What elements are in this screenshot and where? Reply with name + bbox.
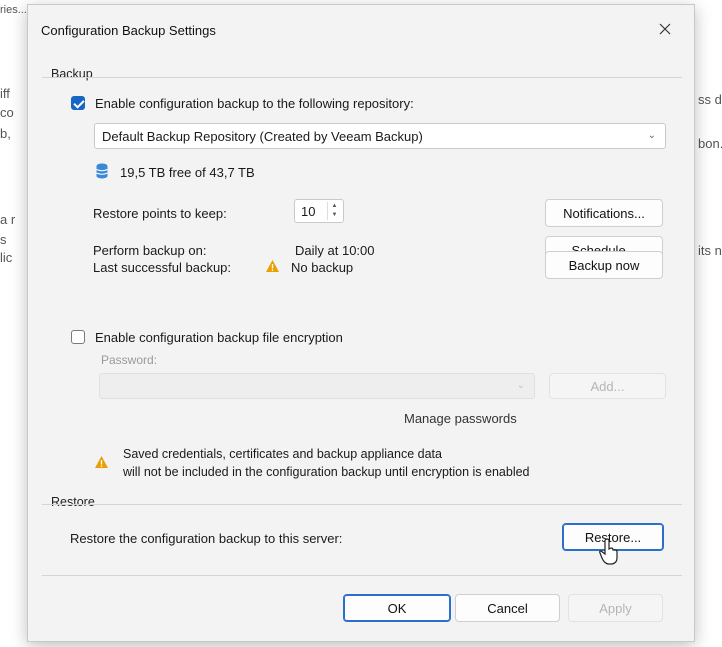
ok-button[interactable]: OK <box>343 594 451 622</box>
apply-button[interactable]: Apply <box>568 594 663 622</box>
bg-text-fragment: s <box>0 232 7 247</box>
chevron-down-icon: ⌄ <box>647 130 656 141</box>
dialog-title: Configuration Backup Settings <box>41 23 216 38</box>
repository-value: Default Backup Repository (Created by Ve… <box>102 129 423 144</box>
bg-text-fragment: co <box>0 105 14 120</box>
bg-text-fragment: ries... <box>0 4 27 16</box>
add-password-button[interactable]: Add... <box>549 373 666 399</box>
chevron-down-icon: ⌄ <box>516 380 525 391</box>
bg-text-fragment: iff <box>0 86 10 101</box>
mouse-cursor-icon <box>598 538 620 569</box>
configuration-backup-dialog: Configuration Backup Settings Backup Ena… <box>27 4 695 642</box>
close-button[interactable] <box>650 15 680 45</box>
bg-text-fragment: its na <box>698 243 722 258</box>
enable-backup-checkbox[interactable] <box>71 96 85 110</box>
dialog-titlebar: Configuration Backup Settings <box>28 5 694 57</box>
cancel-button[interactable]: Cancel <box>455 594 560 622</box>
enable-backup-label: Enable configuration backup to the follo… <box>95 96 414 111</box>
warning-icon <box>265 259 280 273</box>
warning-icon <box>94 455 109 469</box>
repository-select[interactable]: Default Backup Repository (Created by Ve… <box>94 123 666 149</box>
free-space-text: 19,5 TB free of 43,7 TB <box>120 165 255 180</box>
restore-points-label: Restore points to keep: <box>93 206 227 221</box>
perform-backup-value: Daily at 10:00 <box>295 243 375 258</box>
database-icon <box>96 163 108 179</box>
last-backup-label: Last successful backup: <box>93 260 232 275</box>
bg-text-fragment: bon. <box>698 136 722 151</box>
restore-points-value: 10 <box>301 204 316 219</box>
last-backup-value: No backup <box>291 260 354 275</box>
notifications-button[interactable]: Notifications... <box>545 199 663 227</box>
manage-passwords-link[interactable]: Manage passwords <box>404 411 517 426</box>
stepper-arrows-icon[interactable]: ▲ ▼ <box>327 202 341 220</box>
bg-text-fragment: ss d <box>698 92 722 107</box>
bg-text-fragment: a r <box>0 212 16 227</box>
bg-text-fragment: b, <box>0 126 11 141</box>
password-label: Password: <box>101 353 158 367</box>
perform-backup-label: Perform backup on: <box>93 243 207 258</box>
encryption-warning-line1: Saved credentials, certificates and back… <box>123 447 442 461</box>
encryption-warning-line2: will not be included in the configuratio… <box>123 465 530 479</box>
close-icon <box>659 23 671 38</box>
encryption-checkbox[interactable] <box>71 330 85 344</box>
backup-now-button[interactable]: Backup now <box>545 251 663 279</box>
restore-points-stepper[interactable]: 10 ▲ ▼ <box>294 199 344 223</box>
encryption-label: Enable configuration backup file encrypt… <box>95 330 343 345</box>
password-select[interactable]: ⌄ <box>99 373 535 399</box>
bg-text-fragment: lic <box>0 250 13 265</box>
restore-label: Restore the configuration backup to this… <box>70 531 343 546</box>
